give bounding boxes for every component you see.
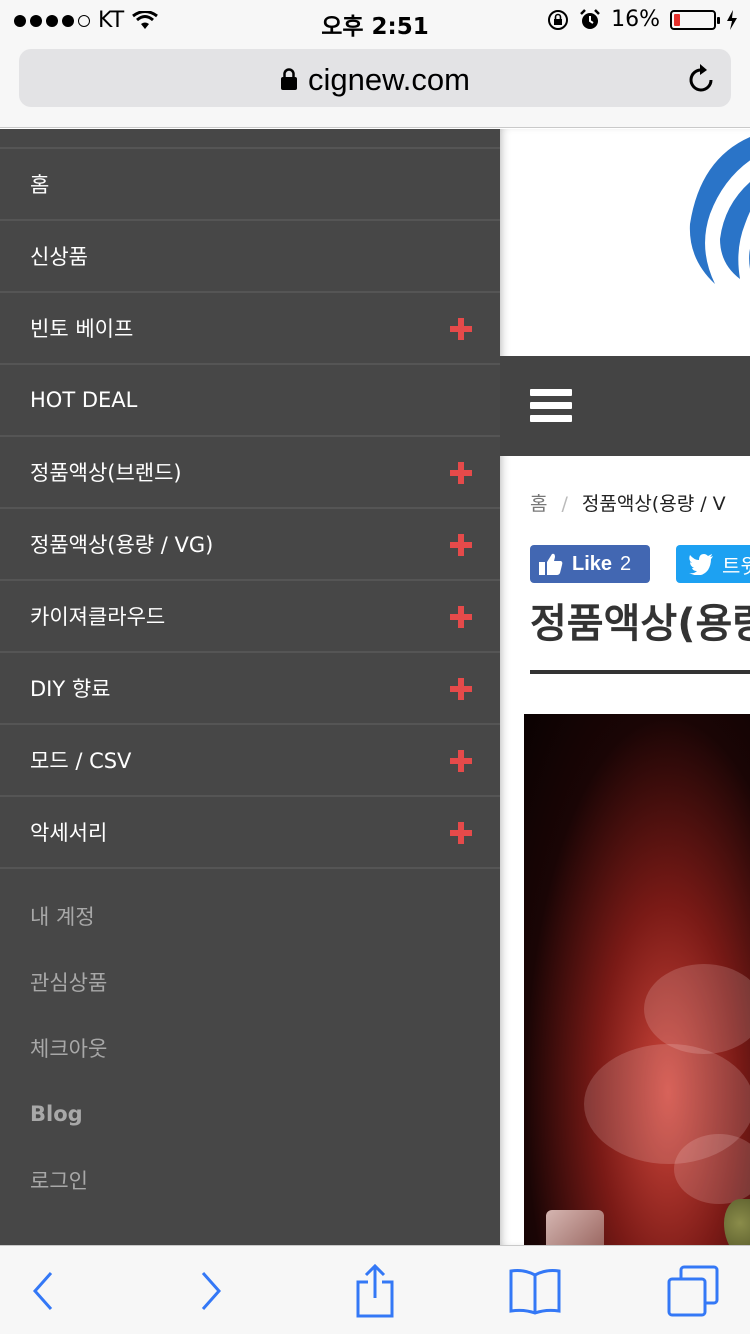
like-label: Like <box>572 552 613 575</box>
facebook-like-button[interactable]: Like 2 <box>530 545 650 583</box>
site-logo[interactable] <box>680 129 750 309</box>
sidebar-menu: 홈 신상품 빈토 베이프 HOT DEAL 정품액상(브랜드) 정품액상(용량 … <box>0 129 500 1245</box>
url-display[interactable]: cignew.com <box>19 62 731 98</box>
lock-icon <box>281 68 298 90</box>
link-checkout[interactable]: 체크아웃 <box>0 1015 500 1081</box>
tabs-button[interactable] <box>666 1264 720 1318</box>
thumbs-up-icon <box>539 553 563 575</box>
sidebar-item-liquid-volume-vg[interactable]: 정품액상(용량 / VG) <box>0 509 500 581</box>
url-field[interactable]: cignew.com <box>19 49 731 107</box>
sidebar-item-accessories[interactable]: 악세서리 <box>0 797 500 869</box>
chevron-right-icon <box>201 1272 222 1310</box>
sidebar-item-new-products[interactable]: 신상품 <box>0 221 500 293</box>
expand-plus-icon[interactable] <box>450 822 472 844</box>
sidebar-item-label: 카이져클라우드 <box>30 605 166 629</box>
tabs-icon <box>667 1265 719 1317</box>
reload-icon[interactable] <box>687 63 717 95</box>
category-banner-image[interactable] <box>524 714 750 1245</box>
share-button[interactable] <box>348 1264 402 1318</box>
charging-bolt-icon <box>727 9 737 30</box>
sidebar-item-kaiser-cloud[interactable]: 카이져클라우드 <box>0 581 500 653</box>
sidebar-item-label: DIY 향료 <box>30 677 111 701</box>
expand-plus-icon[interactable] <box>450 678 472 700</box>
sidebar-item-label: 신상품 <box>30 245 88 269</box>
breadcrumb-current: 정품액상(용량 / V <box>581 493 726 515</box>
like-count: 2 <box>620 552 632 575</box>
sidebar-top-divider <box>0 129 500 149</box>
sidebar-item-liquid-brand[interactable]: 정품액상(브랜드) <box>0 437 500 509</box>
account-links: 내 계정 관심상품 체크아웃 Blog 로그인 <box>0 869 500 1213</box>
sidebar-item-diy-flavor[interactable]: DIY 향료 <box>0 653 500 725</box>
status-right: 16% <box>547 7 738 32</box>
battery-icon <box>670 9 720 30</box>
sidebar-item-hot-deal[interactable]: HOT DEAL <box>0 365 500 437</box>
chevron-left-icon <box>32 1272 53 1310</box>
status-bar: KT 오후 2:51 16% <box>0 0 750 40</box>
battery-percent: 16% <box>611 7 660 32</box>
mint-leaf-image <box>724 1199 750 1245</box>
expand-plus-icon[interactable] <box>450 534 472 556</box>
sidebar-item-label: 정품액상(브랜드) <box>30 461 182 485</box>
bookmarks-button[interactable] <box>508 1264 562 1318</box>
twitter-bird-icon <box>689 554 713 575</box>
tweet-button[interactable]: 트윗 <box>676 545 750 583</box>
browser-toolbar <box>0 1245 750 1334</box>
share-icon <box>356 1264 394 1318</box>
url-text: cignew.com <box>308 62 470 97</box>
sidebar-item-label: 정품액상(용량 / VG) <box>30 533 214 557</box>
sidebar-item-mod-csv[interactable]: 모드 / CSV <box>0 725 500 797</box>
link-wishlist[interactable]: 관심상품 <box>0 949 500 1015</box>
forward-button[interactable] <box>184 1264 238 1318</box>
alarm-icon <box>580 8 600 29</box>
browser-address-bar: cignew.com <box>0 40 750 128</box>
sidebar-item-label: 악세서리 <box>30 821 108 845</box>
main-content: 홈 / 정품액상(용량 / V Like 2 트윗 정품액상(용량 <box>500 129 750 1245</box>
sidebar-item-label: 모드 / CSV <box>30 749 132 773</box>
expand-plus-icon[interactable] <box>450 606 472 628</box>
sidebar-item-vinto-vape[interactable]: 빈토 베이프 <box>0 293 500 365</box>
open-book-icon <box>509 1269 561 1315</box>
sidebar-item-label: 빈토 베이프 <box>30 317 134 341</box>
sidebar-item-home[interactable]: 홈 <box>0 149 500 221</box>
breadcrumb-separator: / <box>561 493 568 515</box>
site-nav-bar <box>500 356 750 456</box>
breadcrumb-home[interactable]: 홈 <box>530 493 547 515</box>
ice-cube-image <box>546 1210 604 1245</box>
link-login[interactable]: 로그인 <box>0 1147 500 1213</box>
title-divider <box>530 670 750 674</box>
sidebar-item-label: HOT DEAL <box>30 388 138 412</box>
rotation-lock-icon <box>548 9 569 30</box>
link-blog[interactable]: Blog <box>0 1081 500 1147</box>
expand-plus-icon[interactable] <box>450 318 472 340</box>
expand-plus-icon[interactable] <box>450 462 472 484</box>
link-my-account[interactable]: 내 계정 <box>0 883 500 949</box>
breadcrumb: 홈 / 정품액상(용량 / V <box>530 489 726 516</box>
page-title: 정품액상(용량 <box>530 601 750 647</box>
tweet-label: 트윗 <box>722 553 750 578</box>
back-button[interactable] <box>16 1264 70 1318</box>
sidebar-item-label: 홈 <box>30 173 50 197</box>
hamburger-menu-icon[interactable] <box>530 389 572 423</box>
expand-plus-icon[interactable] <box>450 750 472 772</box>
